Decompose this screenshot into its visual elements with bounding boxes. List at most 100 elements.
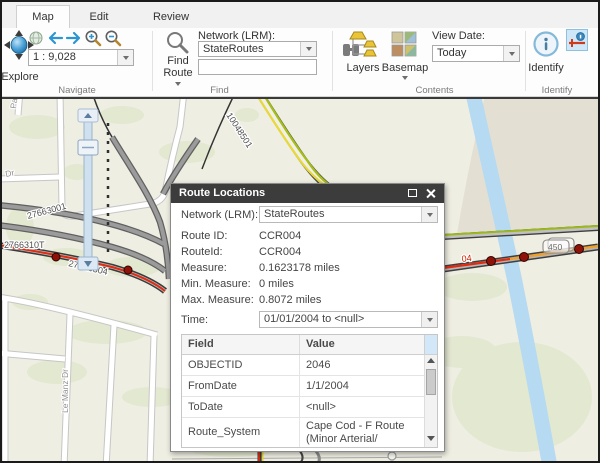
value-cell: Cape Cod - F Route (Minor Arterial/ Coll… bbox=[299, 418, 424, 447]
chevron-down-icon bbox=[426, 317, 433, 322]
chevron-down-icon bbox=[508, 51, 515, 56]
route-label-fragment: 04 bbox=[461, 253, 472, 264]
tab-review-label: Review bbox=[152, 11, 190, 23]
tab-map[interactable]: Map bbox=[16, 5, 70, 28]
view-date-combobox[interactable]: Today bbox=[432, 45, 520, 62]
table-scrollbar[interactable] bbox=[424, 355, 437, 447]
map-scale-combobox[interactable]: 1 : 9,028 bbox=[28, 49, 134, 66]
route-id-label: Route ID: bbox=[181, 230, 228, 242]
dialog-network-combobox[interactable]: StateRoutes bbox=[259, 206, 438, 223]
close-icon[interactable] bbox=[425, 188, 436, 199]
scroll-down-button[interactable] bbox=[427, 436, 435, 444]
scrollbar-thumb[interactable] bbox=[426, 369, 436, 395]
find-route-icon bbox=[167, 32, 189, 54]
map-scale-dropdown-arrow[interactable] bbox=[117, 50, 133, 65]
route-locations-dialog: Route Locations Network (LRM): StateRout… bbox=[170, 183, 445, 452]
route-id-input[interactable] bbox=[198, 59, 317, 75]
route-shield-label: 450 bbox=[548, 242, 562, 252]
dialog-title-bar[interactable]: Route Locations bbox=[171, 184, 444, 203]
map-top-border bbox=[2, 97, 598, 99]
next-extent-button[interactable] bbox=[65, 31, 83, 50]
route-point-marker[interactable] bbox=[123, 265, 133, 275]
attribute-table: Field Value OBJECTID 2046 FromDate 1/1/2… bbox=[181, 334, 438, 448]
map-scale-value: 1 : 9,028 bbox=[33, 51, 76, 63]
ribbon-tab-bar: Map Edit Review bbox=[2, 2, 598, 29]
zoom-out-icon bbox=[105, 30, 122, 47]
column-header-field[interactable]: Field bbox=[182, 335, 299, 354]
routeid-label: RouteId: bbox=[181, 246, 223, 258]
triangle-down-icon bbox=[427, 436, 435, 441]
group-divider bbox=[332, 31, 333, 91]
table-row[interactable]: Route_System Cape Cod - F Route (Minor A… bbox=[182, 418, 424, 447]
tab-edit[interactable]: Edit bbox=[74, 6, 124, 28]
routeid-value: CCR004 bbox=[259, 246, 302, 258]
field-cell: OBJECTID bbox=[188, 359, 243, 371]
tab-edit-label: Edit bbox=[89, 11, 109, 23]
street-label-le-manz: Le Manz Dr bbox=[60, 369, 70, 413]
table-row[interactable]: FromDate 1/1/2004 bbox=[182, 376, 424, 397]
map-view[interactable]: 450 04 10048501 27663001 2766310T 277265… bbox=[2, 87, 598, 461]
value-cell: 2046 bbox=[299, 355, 424, 375]
tab-review[interactable]: Review bbox=[142, 6, 200, 28]
table-row[interactable]: OBJECTID 2046 bbox=[182, 355, 424, 376]
find-route-label-line1: Find bbox=[167, 55, 189, 67]
group-divider bbox=[152, 31, 153, 91]
route-label-horizontal: 2766310T bbox=[4, 240, 45, 250]
view-date-value: Today bbox=[437, 47, 467, 59]
time-label: Time: bbox=[181, 314, 209, 326]
app-window: Map Edit Review Explore 1: 9,028 Naviga… bbox=[0, 0, 600, 463]
measure-value: 0.1623178 miles bbox=[259, 262, 340, 274]
basemap-icon bbox=[391, 31, 417, 57]
route-point-marker[interactable] bbox=[486, 256, 496, 266]
route-point-marker[interactable] bbox=[51, 252, 61, 262]
min-measure-value: 0 miles bbox=[259, 278, 294, 290]
dialog-network-label: Network (LRM): bbox=[181, 209, 259, 221]
table-row[interactable]: ToDate <null> bbox=[182, 397, 424, 418]
scroll-up-button[interactable] bbox=[427, 358, 435, 366]
identify-button[interactable] bbox=[532, 30, 560, 58]
route-point-marker[interactable] bbox=[519, 252, 529, 262]
attribute-table-header: Field Value bbox=[182, 335, 437, 355]
dialog-network-dropdown-arrow[interactable] bbox=[421, 207, 437, 222]
layers-button[interactable] bbox=[346, 31, 380, 59]
time-combobox[interactable]: 01/01/2004 to <null> bbox=[259, 311, 438, 328]
group-label-navigate: Navigate bbox=[58, 85, 96, 96]
min-measure-label: Min. Measure: bbox=[181, 278, 251, 290]
maximize-icon[interactable] bbox=[408, 189, 417, 197]
route-point-marker[interactable] bbox=[574, 244, 584, 254]
zoom-in-icon bbox=[85, 30, 102, 47]
route-id-value: CCR004 bbox=[259, 230, 302, 242]
measure-label: Measure: bbox=[181, 262, 227, 274]
field-cell: FromDate bbox=[188, 380, 237, 392]
street-label-pa: Pa bbox=[8, 97, 19, 109]
chevron-down-icon bbox=[122, 55, 129, 60]
view-date-dropdown-arrow[interactable] bbox=[503, 46, 519, 61]
tab-map-label: Map bbox=[32, 11, 54, 23]
arrow-left-icon bbox=[48, 31, 64, 45]
group-divider bbox=[525, 31, 526, 91]
basemap-button[interactable] bbox=[391, 31, 419, 59]
view-date-label: View Date: bbox=[432, 30, 485, 42]
explore-button-label: Explore bbox=[1, 71, 39, 83]
table-header-corner bbox=[424, 335, 437, 354]
identify-route-locations-tool-button[interactable] bbox=[566, 29, 588, 51]
field-cell: Route_System bbox=[188, 426, 261, 438]
chevron-down-icon bbox=[305, 47, 312, 51]
time-value: 01/01/2004 to <null> bbox=[264, 313, 365, 325]
full-extent-button[interactable] bbox=[29, 31, 43, 50]
value-cell: 1/1/2004 bbox=[299, 376, 424, 396]
time-dropdown-arrow[interactable] bbox=[421, 312, 437, 327]
globe-icon bbox=[29, 31, 43, 45]
dialog-title: Route Locations bbox=[179, 187, 266, 199]
ribbon: Explore 1: 9,028 Navigate Find Route Ne… bbox=[2, 28, 598, 97]
layers-icon bbox=[349, 31, 377, 57]
chevron-down-icon bbox=[402, 76, 408, 80]
network-lrm-dropdown-arrow[interactable] bbox=[300, 42, 316, 56]
network-lrm-combobox[interactable]: StateRoutes bbox=[198, 41, 317, 57]
max-measure-label: Max. Measure: bbox=[181, 294, 254, 306]
find-route-button[interactable]: Find Route bbox=[162, 30, 194, 86]
basemap-button-label: Basemap bbox=[381, 62, 429, 74]
column-header-value[interactable]: Value bbox=[299, 335, 425, 354]
previous-extent-button[interactable] bbox=[46, 31, 64, 50]
group-label-find: Find bbox=[210, 85, 229, 96]
